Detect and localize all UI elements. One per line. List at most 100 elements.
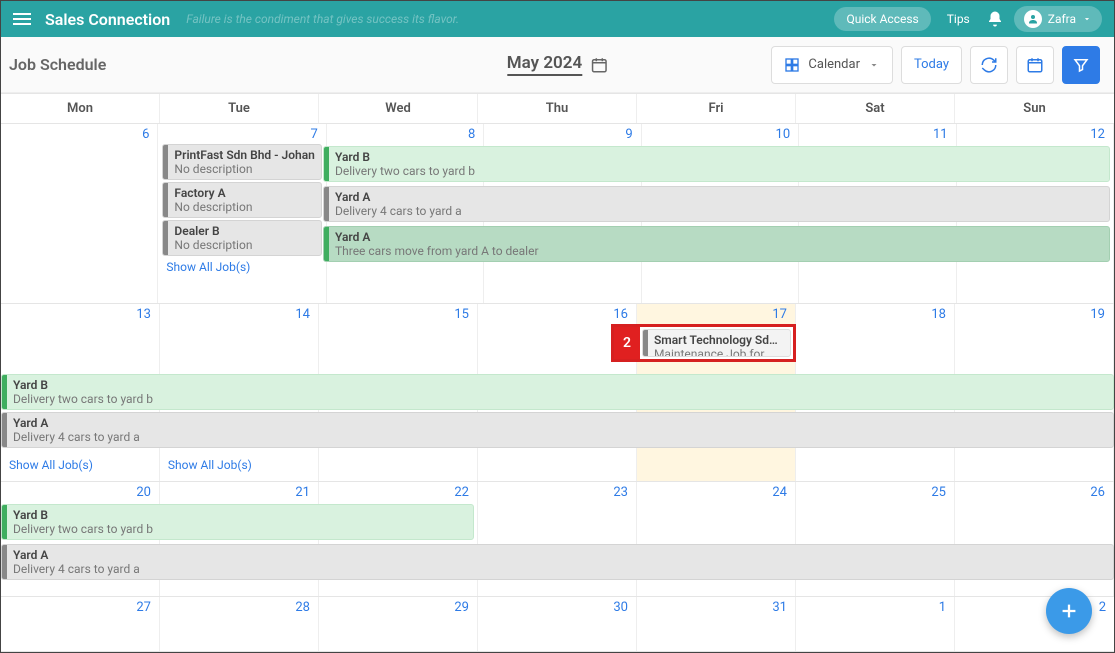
chevron-down-icon xyxy=(1082,14,1092,24)
today-button[interactable]: Today xyxy=(901,46,962,84)
event-desc: No description xyxy=(174,162,314,176)
date-number: 9 xyxy=(625,127,632,142)
highlighted-job[interactable]: 2 Smart Technology Sdn B…Maintenance Job… xyxy=(611,324,796,362)
date-number: 28 xyxy=(295,600,310,615)
date-number: 2 xyxy=(1099,600,1106,615)
event-desc: Three cars move from yard A to dealer xyxy=(335,244,1103,258)
date-number: 29 xyxy=(454,600,469,615)
event-desc: Delivery 4 cars to yard a xyxy=(13,562,1107,576)
toolbar: Job Schedule May 2024 Calendar Today xyxy=(1,37,1114,93)
date-number: 16 xyxy=(613,307,628,322)
date-number: 17 xyxy=(772,307,787,322)
day-header: Sat xyxy=(796,94,955,123)
date-number: 18 xyxy=(931,307,946,322)
date-number: 6 xyxy=(142,127,149,142)
calendar-weekday-header: Mon Tue Wed Thu Fri Sat Sun xyxy=(1,93,1114,124)
date-number: 30 xyxy=(613,600,628,615)
show-all-link[interactable]: Show All Job(s) xyxy=(166,260,317,274)
tips-button[interactable]: Tips xyxy=(941,7,976,31)
job-event-span[interactable]: Yard BDelivery two cars to yard b xyxy=(1,504,474,540)
event-title: Yard B xyxy=(13,508,467,522)
refresh-icon xyxy=(980,56,998,74)
event-title: Yard A xyxy=(335,190,1103,204)
event-desc: Delivery 4 cars to yard a xyxy=(335,204,1103,218)
event-desc: No description xyxy=(174,200,314,214)
view-label: Calendar xyxy=(808,57,860,72)
calendar-cell[interactable]: 1 xyxy=(796,597,955,651)
date-number: 20 xyxy=(136,485,151,500)
highlight-badge: 2 xyxy=(614,327,640,359)
filter-icon xyxy=(1072,56,1090,74)
event-title: PrintFast Sdn Bhd - Johan xyxy=(174,148,314,162)
job-event-span[interactable]: Yard BDelivery two cars to yard b xyxy=(1,374,1114,410)
event-title: Smart Technology Sdn B… xyxy=(654,333,784,347)
hamburger-icon[interactable] xyxy=(13,13,31,25)
avatar-icon xyxy=(1024,10,1042,28)
calendar-cell[interactable]: 6 xyxy=(1,124,158,303)
calendar-week-row: 6 7 PrintFast Sdn Bhd - JohanNo descript… xyxy=(1,124,1114,304)
chevron-down-icon xyxy=(868,59,880,71)
event-desc: Delivery two cars to yard b xyxy=(13,522,467,536)
tagline: Failure is the condiment that gives succ… xyxy=(186,12,459,26)
filter-button[interactable] xyxy=(1062,46,1100,84)
user-menu[interactable]: Zafra xyxy=(1014,6,1102,32)
calendar-cell[interactable]: 31 xyxy=(637,597,796,651)
event-title: Factory A xyxy=(174,186,314,200)
date-number: 22 xyxy=(454,485,469,500)
event-desc: No description xyxy=(174,238,314,252)
date-number: 31 xyxy=(772,600,787,615)
date-number: 26 xyxy=(1090,485,1105,500)
show-all-link[interactable]: Show All Job(s) xyxy=(168,458,252,472)
calendar-week-row: 20 21 22 23 24 25 26 Yard BDelivery two … xyxy=(1,482,1114,597)
date-number: 10 xyxy=(776,127,791,142)
event-title: Dealer B xyxy=(174,224,314,238)
date-number: 12 xyxy=(1090,127,1105,142)
show-all-link[interactable]: Show All Job(s) xyxy=(9,458,93,472)
bell-icon[interactable] xyxy=(986,10,1004,28)
event-desc: Delivery 4 cars to yard a xyxy=(13,430,1107,444)
job-event-span[interactable]: Yard ADelivery 4 cars to yard a xyxy=(1,544,1114,580)
calendar-cell[interactable]: 7 PrintFast Sdn Bhd - JohanNo descriptio… xyxy=(158,124,326,303)
job-event[interactable]: Factory ANo description xyxy=(162,182,321,218)
calendar-icon xyxy=(590,56,608,74)
date-number: 19 xyxy=(1090,307,1105,322)
calendar-cell[interactable]: 27 xyxy=(1,597,160,651)
quick-access-button[interactable]: Quick Access xyxy=(834,7,930,31)
event-title: Yard A xyxy=(335,230,1103,244)
day-header: Mon xyxy=(1,94,160,123)
date-number: 15 xyxy=(454,307,469,322)
date-number: 14 xyxy=(295,307,310,322)
month-label: May 2024 xyxy=(507,53,582,76)
date-number: 21 xyxy=(295,485,310,500)
event-desc: Maintenance Job for mac… xyxy=(654,347,784,357)
day-header: Sun xyxy=(955,94,1114,123)
date-number: 27 xyxy=(136,600,151,615)
job-event-span[interactable]: Yard ADelivery 4 cars to yard a xyxy=(1,412,1114,448)
calendar-body: 6 7 PrintFast Sdn Bhd - JohanNo descript… xyxy=(1,124,1114,652)
date-number: 7 xyxy=(311,127,318,142)
refresh-button[interactable] xyxy=(970,46,1008,84)
calendar-cell[interactable]: 28 xyxy=(160,597,319,651)
page-title: Job Schedule xyxy=(9,55,106,74)
job-event[interactable]: PrintFast Sdn Bhd - JohanNo description xyxy=(162,144,321,180)
event-desc: Delivery two cars to yard b xyxy=(335,164,1103,178)
view-selector[interactable]: Calendar xyxy=(771,46,893,84)
event-title: Yard A xyxy=(13,548,1107,562)
calendar-cell[interactable]: 30 xyxy=(478,597,637,651)
add-job-fab[interactable] xyxy=(1046,588,1092,634)
date-number: 24 xyxy=(772,485,787,500)
calendar-cell[interactable]: 29 xyxy=(319,597,478,651)
job-event-span[interactable]: Yard BDelivery two cars to yard b xyxy=(323,146,1110,182)
date-number: 25 xyxy=(931,485,946,500)
event-title: Yard B xyxy=(13,378,1107,392)
calendar-button[interactable] xyxy=(1016,46,1054,84)
date-number: 8 xyxy=(468,127,475,142)
job-event-span[interactable]: Yard ADelivery 4 cars to yard a xyxy=(323,186,1110,222)
month-picker[interactable]: May 2024 xyxy=(507,53,608,76)
job-event[interactable]: Dealer BNo description xyxy=(162,220,321,256)
day-header: Wed xyxy=(319,94,478,123)
job-event-span[interactable]: Yard AThree cars move from yard A to dea… xyxy=(323,226,1110,262)
date-number: 23 xyxy=(613,485,628,500)
event-desc: Delivery two cars to yard b xyxy=(13,392,1107,406)
day-header: Fri xyxy=(637,94,796,123)
